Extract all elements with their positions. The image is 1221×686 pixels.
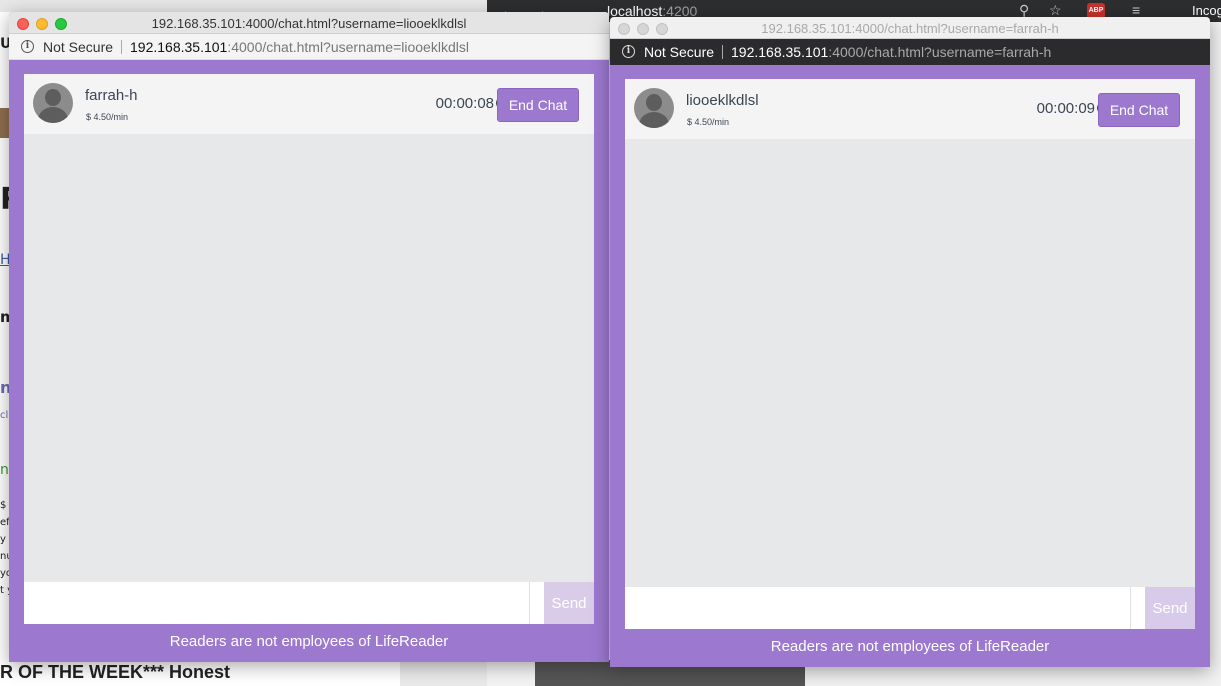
disclaimer-footer: Readers are not employees of LifeReader	[169, 633, 449, 650]
address-url[interactable]: 192.168.35.101:4000/chat.html?username=l…	[130, 39, 469, 55]
url-path: :4000/chat.html?username=farrah-h	[828, 44, 1052, 60]
end-chat-button[interactable]: End Chat	[1098, 93, 1180, 127]
chat-timer: 00:00:08	[435, 95, 494, 112]
message-area[interactable]	[625, 139, 1195, 587]
window-title: 192.168.35.101:4000/chat.html?username=l…	[151, 16, 467, 31]
background-toolbar	[0, 0, 400, 12]
send-button[interactable]: Send	[1145, 587, 1195, 629]
address-url[interactable]: 192.168.35.101:4000/chat.html?username=f…	[731, 44, 1051, 60]
window-titlebar: 192.168.35.101:4000/chat.html?username=l…	[9, 12, 609, 34]
send-button[interactable]: Send	[544, 582, 594, 624]
chat-header: farrah-h $ 4.50/min 00:00:08 End Chat	[24, 74, 594, 134]
chat-timer: 00:00:09	[1036, 100, 1095, 117]
avatar-head	[646, 94, 662, 111]
message-input[interactable]	[24, 582, 530, 624]
rate-label: $ 4.50/min	[86, 112, 129, 122]
url-host: 192.168.35.101	[130, 39, 228, 55]
info-icon[interactable]: i	[21, 40, 34, 53]
info-icon[interactable]: i	[622, 45, 635, 58]
window-titlebar: 192.168.35.101:4000/chat.html?username=f…	[610, 17, 1210, 39]
address-divider	[722, 45, 723, 59]
peer-name: farrah-h	[85, 87, 138, 104]
address-divider	[121, 40, 122, 54]
security-label[interactable]: Not Secure	[43, 39, 113, 55]
avatar	[33, 83, 73, 123]
background-text-fragment: cl	[0, 410, 9, 421]
address-bar[interactable]: i Not Secure 192.168.35.101:4000/chat.ht…	[610, 39, 1210, 65]
message-composer: Send	[24, 582, 594, 624]
avatar-head	[45, 89, 61, 106]
chat-window-1: 192.168.35.101:4000/chat.html?username=l…	[9, 12, 609, 662]
playlist-icon[interactable]: ≡	[1132, 2, 1140, 18]
incognito-label: Incog	[1192, 3, 1221, 18]
message-input[interactable]	[625, 587, 1131, 629]
avatar	[634, 88, 674, 128]
background-text-fragment: n	[0, 462, 9, 478]
url-path: :4000/chat.html?username=liooeklkdlsl	[227, 39, 469, 55]
window-title: 192.168.35.101:4000/chat.html?username=f…	[761, 21, 1059, 36]
peer-name: liooeklkdlsl	[686, 92, 759, 109]
disclaimer-footer: Readers are not employees of LifeReader	[770, 638, 1050, 655]
security-label[interactable]: Not Secure	[644, 44, 714, 60]
message-area[interactable]	[24, 134, 594, 582]
address-bar[interactable]: i Not Secure 192.168.35.101:4000/chat.ht…	[9, 34, 609, 60]
chat-window-2: 192.168.35.101:4000/chat.html?username=f…	[610, 17, 1210, 667]
end-chat-button[interactable]: End Chat	[497, 88, 579, 122]
background-banner-text: R OF THE WEEK*** Honest	[0, 662, 231, 682]
rate-label: $ 4.50/min	[687, 117, 730, 127]
chat-panel: liooeklkdlsl $ 4.50/min 00:00:09 End Cha…	[625, 79, 1195, 629]
chat-header: liooeklkdlsl $ 4.50/min 00:00:09 End Cha…	[625, 79, 1195, 139]
url-host: 192.168.35.101	[731, 44, 829, 60]
message-composer: Send	[625, 587, 1195, 629]
chat-panel: farrah-h $ 4.50/min 00:00:08 End Chat Se…	[24, 74, 594, 624]
avatar-body	[639, 112, 669, 128]
avatar-body	[38, 107, 68, 123]
background-banner: R OF THE WEEK*** Honest	[0, 660, 400, 686]
